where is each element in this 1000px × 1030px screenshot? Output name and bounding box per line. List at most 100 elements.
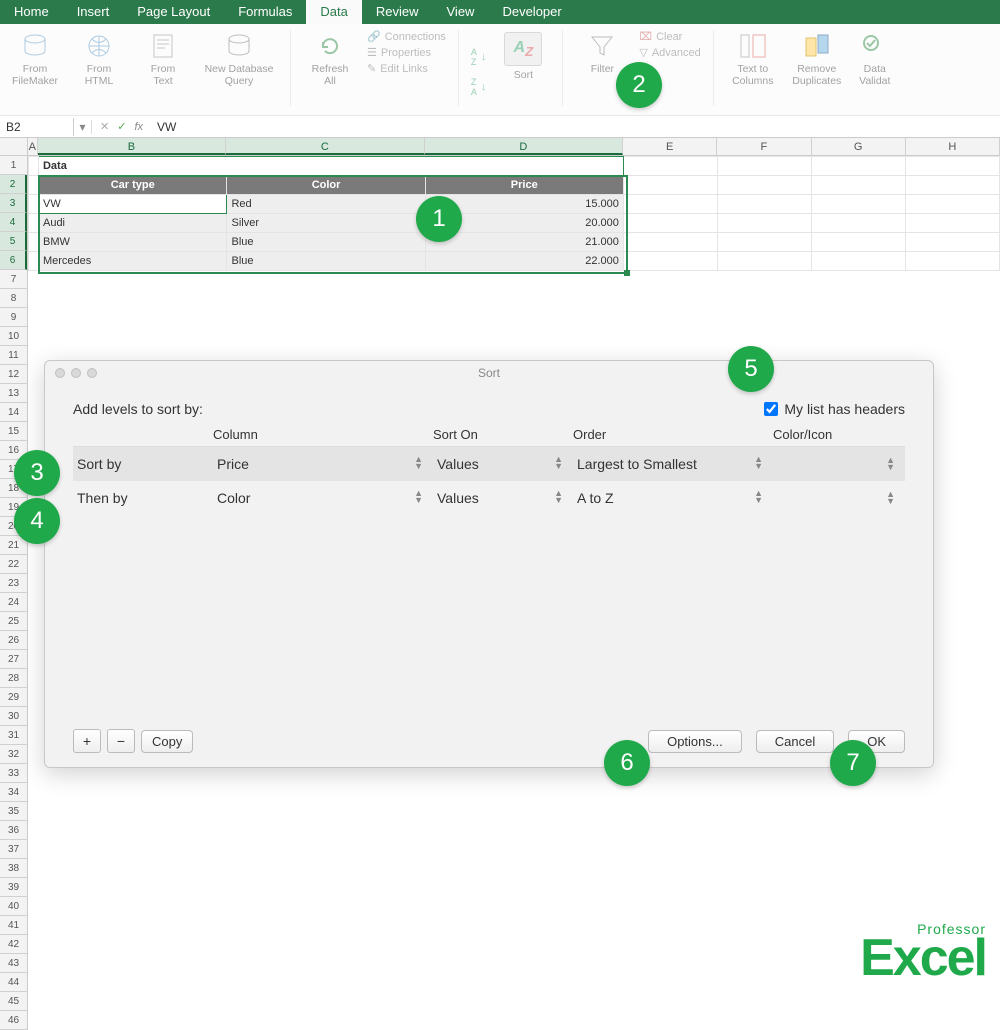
tab-developer[interactable]: Developer — [488, 0, 575, 24]
row-header-27[interactable]: 27 — [0, 650, 27, 669]
sort-asc-button[interactable]: AZ↓ — [471, 47, 487, 67]
row-header-30[interactable]: 30 — [0, 707, 27, 726]
tab-review[interactable]: Review — [362, 0, 433, 24]
selection-handle[interactable] — [624, 270, 630, 276]
row-header-8[interactable]: 8 — [0, 289, 27, 308]
sort-button[interactable]: AZ Sort — [496, 30, 550, 113]
properties-button[interactable]: ☰Properties — [367, 46, 446, 59]
sort-level-1-order[interactable]: Largest to Smallest — [577, 456, 697, 472]
row-header-26[interactable]: 26 — [0, 631, 27, 650]
sort-level-2-column[interactable]: Color — [217, 490, 250, 506]
row-header-38[interactable]: 38 — [0, 859, 27, 878]
row-header-33[interactable]: 33 — [0, 764, 27, 783]
active-cell[interactable]: VW — [38, 195, 227, 214]
col-header-e[interactable]: E — [623, 138, 717, 155]
chevron-icon[interactable]: ▲▼ — [754, 490, 773, 506]
sort-level-1[interactable]: Sort by Price▲▼ Values▲▼ Largest to Smal… — [73, 447, 905, 481]
refresh-all-button[interactable]: Refresh All — [303, 30, 357, 113]
row-header-7[interactable]: 7 — [0, 270, 27, 289]
remove-duplicates-button[interactable]: Remove Duplicates — [790, 30, 844, 113]
row-header-41[interactable]: 41 — [0, 916, 27, 935]
new-database-query-button[interactable]: New Database Query — [200, 30, 278, 113]
row-header-25[interactable]: 25 — [0, 612, 27, 631]
row-header-14[interactable]: 14 — [0, 403, 27, 422]
row-header-5[interactable]: 5 — [0, 232, 27, 251]
row-header-15[interactable]: 15 — [0, 422, 27, 441]
row-header-35[interactable]: 35 — [0, 802, 27, 821]
chevron-icon[interactable]: ▲▼ — [554, 456, 573, 472]
row-header-39[interactable]: 39 — [0, 878, 27, 897]
header-price[interactable]: Price — [425, 176, 623, 195]
sort-desc-button[interactable]: ZA↓ — [471, 77, 487, 97]
row-header-28[interactable]: 28 — [0, 669, 27, 688]
cell[interactable]: BMW — [38, 233, 227, 252]
chevron-icon[interactable]: ▲▼ — [414, 456, 433, 472]
cell[interactable]: Red — [227, 195, 425, 214]
cell[interactable]: Audi — [38, 214, 227, 233]
options-button[interactable]: Options... — [648, 730, 742, 753]
sort-level-2-order[interactable]: A to Z — [577, 490, 614, 506]
window-close-button[interactable] — [55, 368, 65, 378]
row-header-13[interactable]: 13 — [0, 384, 27, 403]
headers-checkbox-input[interactable] — [764, 402, 778, 416]
row-header-24[interactable]: 24 — [0, 593, 27, 612]
edit-links-button[interactable]: ✎Edit Links — [367, 62, 446, 75]
add-level-button[interactable]: + — [73, 729, 101, 753]
headers-checkbox[interactable]: My list has headers — [764, 401, 905, 417]
row-header-6[interactable]: 6 — [0, 251, 27, 270]
row-header-9[interactable]: 9 — [0, 308, 27, 327]
name-box[interactable]: B2 — [0, 118, 74, 136]
from-html-button[interactable]: From HTML — [72, 30, 126, 113]
row-header-36[interactable]: 36 — [0, 821, 27, 840]
cell[interactable]: Blue — [227, 233, 425, 252]
text-to-columns-button[interactable]: Text to Columns — [726, 30, 780, 113]
tab-view[interactable]: View — [433, 0, 489, 24]
formula-input[interactable]: VW — [151, 120, 176, 134]
window-minimize-button[interactable] — [71, 368, 81, 378]
cancel-formula-button[interactable]: ✕ — [100, 120, 109, 133]
confirm-formula-button[interactable]: ✓ — [117, 120, 126, 133]
col-header-f[interactable]: F — [717, 138, 811, 155]
row-header-3[interactable]: 3 — [0, 194, 27, 213]
name-box-dropdown[interactable]: ▾ — [74, 120, 92, 134]
col-header-b[interactable]: B — [38, 138, 226, 155]
advanced-filter-button[interactable]: ▽Advanced — [639, 46, 700, 59]
copy-level-button[interactable]: Copy — [141, 730, 193, 753]
chevron-icon[interactable]: ▲▼ — [414, 490, 433, 506]
col-header-c[interactable]: C — [226, 138, 424, 155]
row-header-22[interactable]: 22 — [0, 555, 27, 574]
col-header-a[interactable]: A — [28, 138, 38, 155]
sort-level-2-on[interactable]: Values — [437, 490, 479, 506]
header-color[interactable]: Color — [227, 176, 425, 195]
cell[interactable]: Silver — [227, 214, 425, 233]
row-header-45[interactable]: 45 — [0, 992, 27, 1011]
row-header-10[interactable]: 10 — [0, 327, 27, 346]
tab-data[interactable]: Data — [306, 0, 361, 24]
clear-filter-button[interactable]: ⌧Clear — [639, 30, 700, 43]
row-header-40[interactable]: 40 — [0, 897, 27, 916]
tab-formulas[interactable]: Formulas — [224, 0, 306, 24]
connections-button[interactable]: 🔗Connections — [367, 30, 446, 43]
header-car-type[interactable]: Car type — [38, 176, 227, 195]
col-header-d[interactable]: D — [425, 138, 623, 155]
row-header-11[interactable]: 11 — [0, 346, 27, 365]
from-text-button[interactable]: From Text — [136, 30, 190, 113]
select-all-corner[interactable] — [0, 138, 28, 155]
row-header-31[interactable]: 31 — [0, 726, 27, 745]
col-header-h[interactable]: H — [906, 138, 1000, 155]
tab-insert[interactable]: Insert — [63, 0, 124, 24]
cancel-button[interactable]: Cancel — [756, 730, 834, 753]
chevron-icon[interactable]: ▲▼ — [886, 491, 905, 505]
chevron-icon[interactable]: ▲▼ — [554, 490, 573, 506]
sort-level-1-column[interactable]: Price — [217, 456, 249, 472]
row-header-4[interactable]: 4 — [0, 213, 27, 232]
sort-level-1-on[interactable]: Values — [437, 456, 479, 472]
row-header-2[interactable]: 2 — [0, 175, 27, 194]
fx-button[interactable]: fx — [134, 121, 143, 133]
row-header-23[interactable]: 23 — [0, 574, 27, 593]
row-header-37[interactable]: 37 — [0, 840, 27, 859]
col-header-g[interactable]: G — [812, 138, 906, 155]
row-header-1[interactable]: 1 — [0, 156, 27, 175]
cell[interactable]: 22.000 — [425, 252, 623, 271]
from-filemaker-button[interactable]: From FileMaker — [8, 30, 62, 113]
